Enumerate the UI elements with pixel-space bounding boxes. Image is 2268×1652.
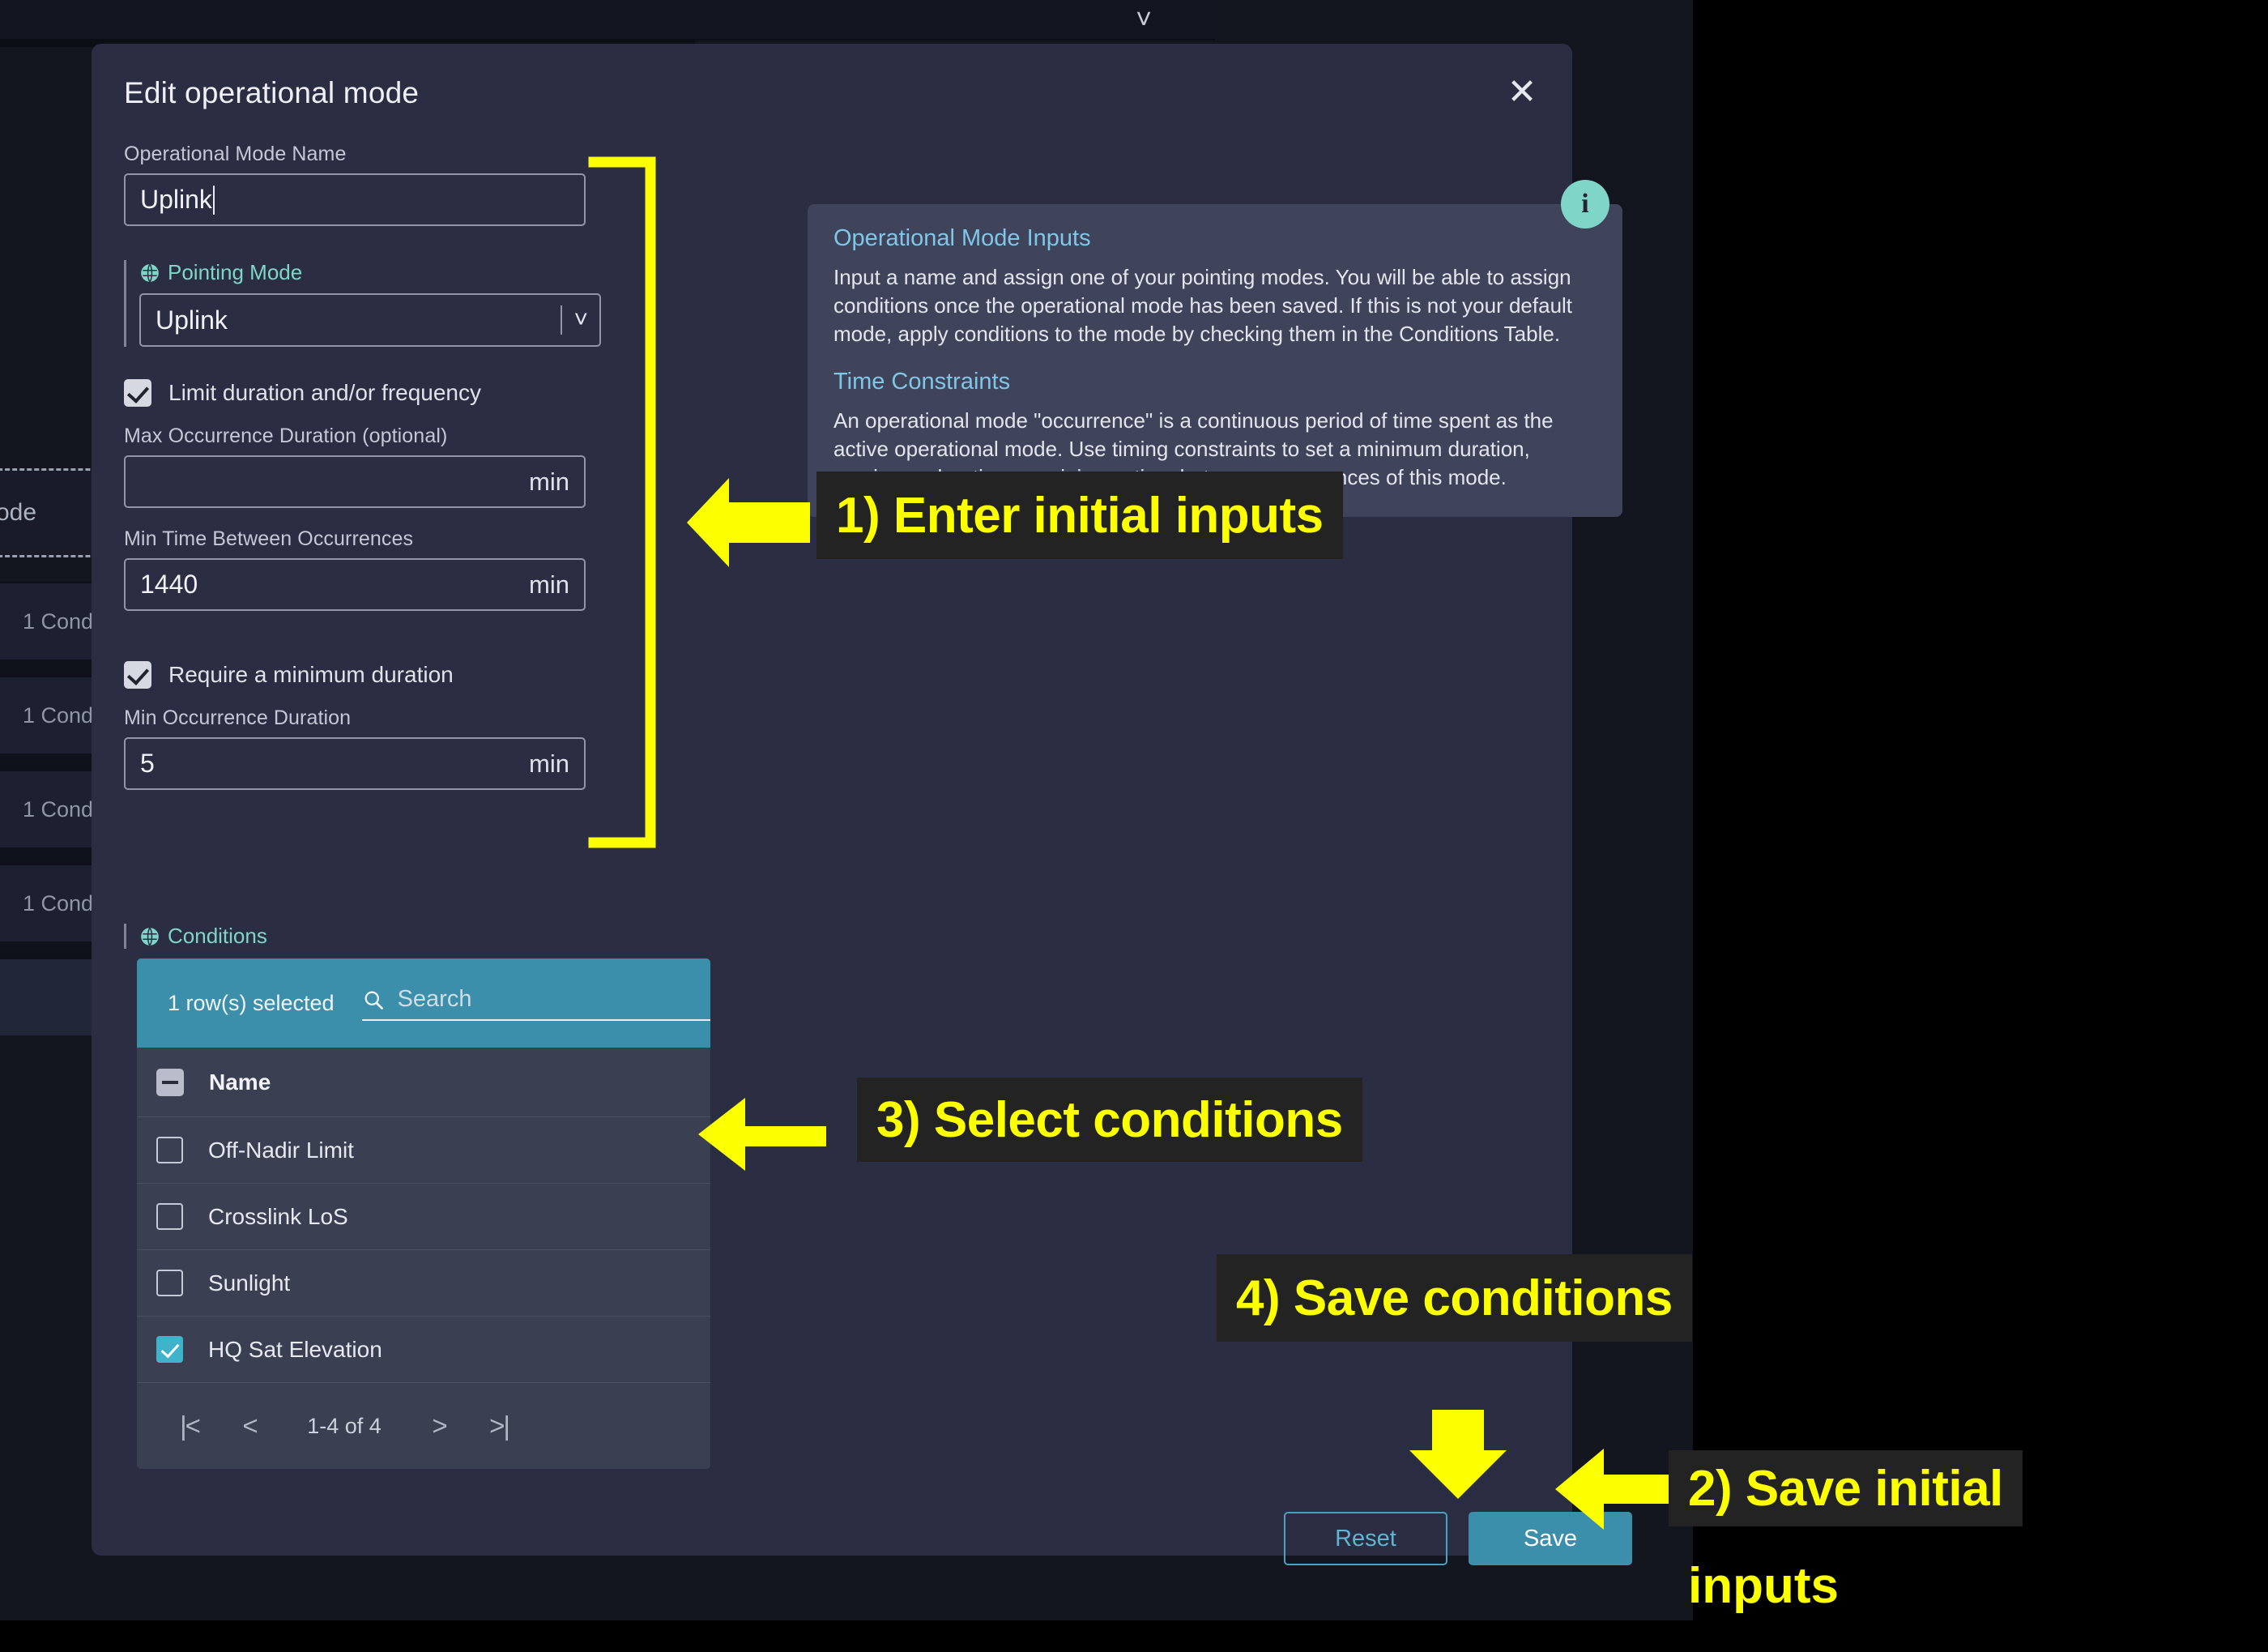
select-all-checkbox[interactable]: [156, 1068, 184, 1096]
max-occurrence-label: Max Occurrence Duration (optional): [124, 425, 448, 447]
rows-selected-label: 1 row(s) selected: [168, 990, 335, 1015]
min-time-between-unit: min: [529, 570, 569, 599]
operational-mode-name-value: Uplink: [140, 185, 212, 214]
require-min-duration-label: Require a minimum duration: [168, 662, 454, 687]
conditions-label-row: Conditions: [124, 924, 707, 949]
row-checkbox[interactable]: [156, 1203, 183, 1230]
conditions-label: Conditions: [168, 924, 267, 948]
reset-button[interactable]: Reset: [1284, 1512, 1447, 1565]
conditions-header-row: Name: [137, 1048, 710, 1117]
next-page-button[interactable]: >: [409, 1411, 469, 1441]
max-occurrence-unit: min: [529, 467, 569, 496]
last-page-button[interactable]: >|: [469, 1411, 529, 1441]
page-range-label: 1-4 of 4: [307, 1413, 382, 1438]
annotation-step-3: 3) Select conditions: [857, 1078, 1362, 1162]
annotation-step-2-line2: inputs: [1688, 1558, 1839, 1614]
search-input[interactable]: [397, 986, 703, 1013]
row-checkbox[interactable]: [156, 1137, 183, 1163]
conditions-table: 1 row(s) selected ✕ Name: [137, 958, 710, 1469]
screen: ˅ Mode 1 Cond 1 Cond 1 Cond 1 Cond Edit …: [0, 0, 2268, 1652]
conditions-toolbar: 1 row(s) selected ✕: [137, 958, 710, 1048]
select-separator: [561, 305, 563, 335]
pointing-mode-label: Pointing Mode: [168, 260, 303, 284]
max-occurrence-input[interactable]: min: [124, 455, 586, 508]
table-row[interactable]: Off-Nadir Limit: [137, 1117, 710, 1184]
min-occurrence-unit: min: [529, 749, 569, 778]
table-row[interactable]: Crosslink LoS: [137, 1184, 710, 1250]
condition-name: Crosslink LoS: [208, 1203, 348, 1229]
limit-duration-label: Limit duration and/or frequency: [168, 380, 481, 405]
min-occurrence-label: Min Occurrence Duration: [124, 706, 352, 729]
select-affordances: ˅: [561, 305, 588, 335]
globe-icon: [141, 263, 159, 282]
limit-duration-checkbox-row[interactable]: Limit duration and/or frequency: [124, 379, 642, 407]
annotation-step-2: 2) Save initial: [1669, 1450, 2023, 1526]
operational-mode-form: Operational Mode Name Uplink Pointing Mo…: [124, 143, 642, 790]
min-occurrence-input[interactable]: 5 min: [124, 737, 586, 790]
dialog-title: Edit operational mode: [124, 76, 420, 109]
limit-duration-checkbox[interactable]: [124, 379, 151, 407]
condition-name: HQ Sat Elevation: [208, 1336, 382, 1362]
save-button[interactable]: Save: [1469, 1512, 1632, 1565]
background-row-label: 1 Cond: [23, 702, 94, 728]
conditions-search[interactable]: ✕: [361, 985, 710, 1021]
min-time-between-value: 1440: [140, 570, 198, 599]
info-body-1: Input a name and assign one of your poin…: [833, 265, 1573, 346]
operational-mode-name-input[interactable]: Uplink: [124, 173, 586, 226]
background-mode-label: Mode: [0, 499, 37, 526]
row-checkbox[interactable]: [156, 1270, 183, 1296]
search-icon: [364, 991, 383, 1010]
pointing-mode-value: Uplink: [156, 305, 228, 335]
chevron-down-icon[interactable]: ˅: [573, 308, 588, 332]
info-icon[interactable]: i: [1561, 180, 1609, 228]
condition-name: Off-Nadir Limit: [208, 1137, 354, 1163]
background-row-label: 1 Cond: [23, 608, 94, 634]
condition-name: Sunlight: [208, 1270, 291, 1296]
pointing-mode-select[interactable]: Uplink ˅: [139, 293, 601, 347]
min-time-between-input[interactable]: 1440 min: [124, 558, 586, 611]
info-heading-1: Operational Mode Inputs: [833, 225, 1091, 251]
prev-page-button[interactable]: <: [220, 1411, 279, 1441]
first-page-button[interactable]: |<: [160, 1411, 220, 1441]
column-header-name: Name: [209, 1069, 271, 1095]
conditions-section: Conditions 1 row(s) selected ✕: [124, 924, 710, 1469]
conditions-pagination: |< < 1-4 of 4 > >|: [137, 1383, 710, 1469]
require-min-duration-checkbox[interactable]: [124, 661, 151, 689]
table-row[interactable]: HQ Sat Elevation: [137, 1317, 710, 1383]
annotation-step-1: 1) Enter initial inputs: [816, 472, 1343, 559]
pointing-mode-group: Pointing Mode Uplink ˅: [124, 260, 642, 347]
info-panel: Operational Mode Inputs Input a name and…: [808, 204, 1622, 517]
close-icon[interactable]: ✕: [1499, 71, 1545, 117]
annotation-step-4: 4) Save conditions: [1217, 1254, 1692, 1342]
globe-icon: [141, 927, 159, 946]
min-occurrence-value: 5: [140, 749, 155, 778]
pointing-mode-label-row: Pointing Mode: [139, 260, 642, 285]
row-checkbox[interactable]: [156, 1336, 183, 1363]
require-min-duration-checkbox-row[interactable]: Require a minimum duration: [124, 661, 642, 689]
background-row-label: 1 Cond: [23, 890, 94, 916]
operational-mode-name-label: Operational Mode Name: [124, 143, 347, 165]
background-row-label: 1 Cond: [23, 796, 94, 822]
table-row[interactable]: Sunlight: [137, 1250, 710, 1317]
background-topbar: [0, 0, 1215, 41]
info-heading-2: Time Constraints: [833, 369, 1011, 395]
chevron-down-icon[interactable]: ˅: [1126, 3, 1162, 36]
min-time-between-label: Min Time Between Occurrences: [124, 527, 414, 550]
